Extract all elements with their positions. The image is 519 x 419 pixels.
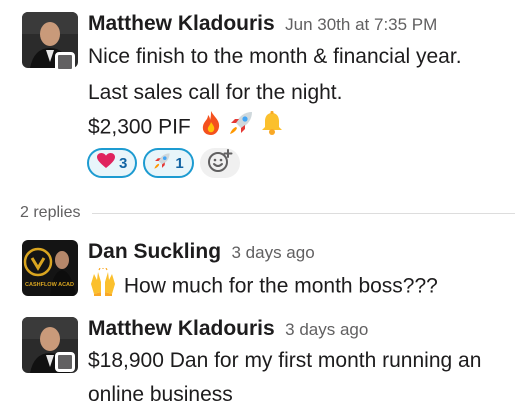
- message-3: Matthew Kladouris 3 days ago $18,900 Dan…: [0, 305, 519, 419]
- message-line-2: online business: [88, 383, 233, 406]
- message-2: CASHFLOW ACAD Dan Suckling 3 days ago Ho…: [0, 230, 519, 300]
- divider-line: [92, 212, 515, 214]
- message-line-3: $2,300 PIF: [88, 115, 191, 139]
- message-line-2: Last sales call for the night.: [88, 81, 343, 104]
- timestamp[interactable]: Jun 30th at 7:35 PM: [285, 15, 437, 34]
- replies-count[interactable]: 2 replies: [20, 204, 80, 222]
- avatar-dan[interactable]: CASHFLOW ACAD: [22, 240, 78, 296]
- reaction-count: 1: [175, 154, 184, 172]
- message-line-1: $18,900 Dan for my first month running a…: [88, 349, 482, 372]
- message-1: Matthew Kladouris Jun 30th at 7:35 PM Ni…: [0, 0, 519, 195]
- fire-icon: [199, 110, 223, 146]
- timestamp[interactable]: 3 days ago: [231, 243, 314, 262]
- rocket-icon: [228, 110, 254, 146]
- timestamp[interactable]: 3 days ago: [285, 320, 368, 339]
- reaction-heart[interactable]: 3: [87, 148, 138, 178]
- presence-indicator: [55, 352, 75, 372]
- author-name[interactable]: Dan Suckling: [88, 240, 221, 263]
- message-line-1: Nice finish to the month & financial yea…: [88, 45, 462, 68]
- add-reaction-button[interactable]: [199, 148, 240, 178]
- rocket-icon: [153, 152, 171, 174]
- author-name[interactable]: Matthew Kladouris: [88, 317, 275, 340]
- raised-hands-icon: [88, 267, 118, 306]
- add-reaction-icon: [207, 148, 233, 178]
- message-line-1: How much for the month boss???: [123, 274, 438, 298]
- avatar-logo-text: CASHFLOW ACAD: [25, 282, 74, 288]
- presence-indicator: [55, 52, 75, 72]
- heart-icon: [97, 153, 115, 173]
- author-name[interactable]: Matthew Kladouris: [88, 12, 275, 35]
- reaction-rocket[interactable]: 1: [143, 148, 194, 178]
- thread-replies-divider: 2 replies: [20, 200, 519, 226]
- bell-icon: [260, 110, 284, 146]
- reaction-count: 3: [119, 154, 128, 172]
